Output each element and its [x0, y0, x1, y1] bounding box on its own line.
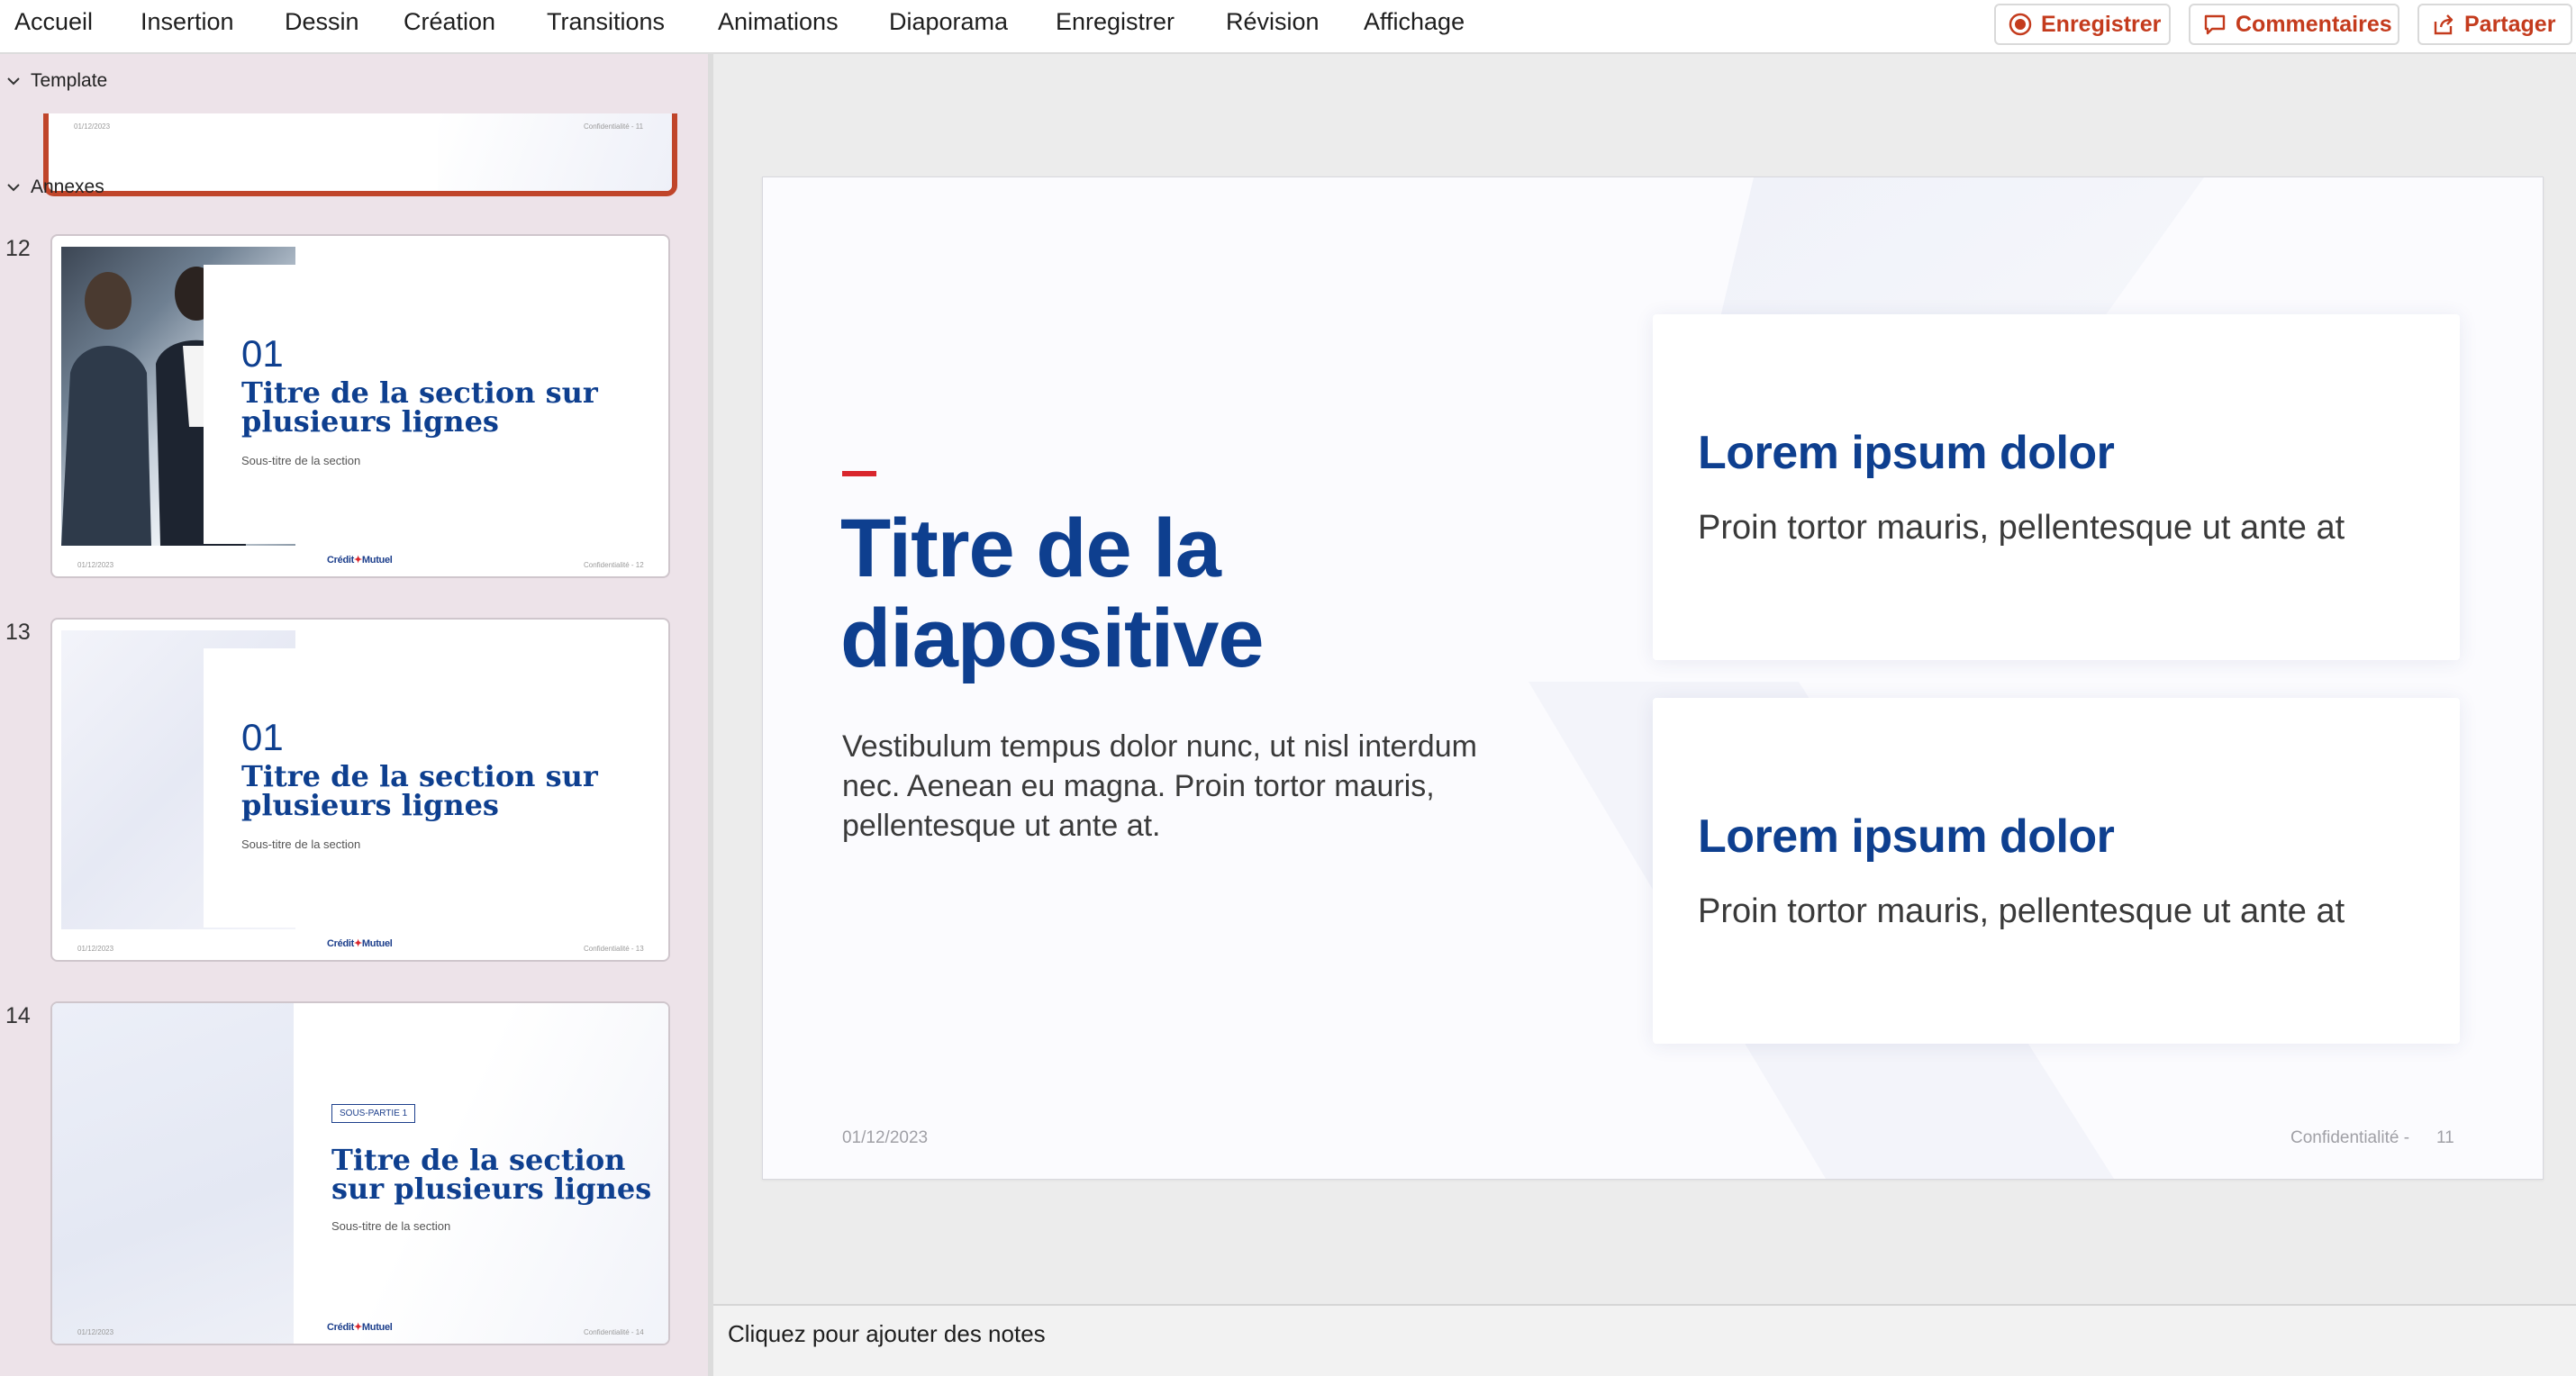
- slide-number: 13: [5, 620, 31, 645]
- notes-placeholder[interactable]: Cliquez pour ajouter des notes: [728, 1320, 1046, 1348]
- thumbnail-slide-13[interactable]: 01 Titre de la section sur plusieurs lig…: [50, 618, 670, 962]
- slide-footer-page-number: 11: [2436, 1128, 2454, 1147]
- title-accent-bar: [842, 471, 876, 476]
- section-subtitle: Sous-titre de la section: [241, 454, 361, 467]
- thumbnail-date: 01/12/2023: [77, 561, 114, 569]
- record-icon: [2009, 13, 2032, 36]
- credit-mutuel-logo: Crédit✦Mutuel: [327, 938, 393, 949]
- record-button[interactable]: Enregistrer: [1994, 4, 2171, 45]
- thumbnail-date: 01/12/2023: [74, 122, 111, 131]
- section-title: Titre de la section sur plusieurs lignes: [241, 762, 620, 819]
- tab-creation[interactable]: Création: [404, 8, 495, 36]
- content-card-2[interactable]: Lorem ipsum dolor Proin tortor mauris, p…: [1653, 698, 2460, 1044]
- section-title-line: Titre de la section: [331, 1143, 626, 1177]
- slide-body-line: nec. Aenean eu magna. Proin tortor mauri…: [842, 769, 1435, 803]
- comments-button[interactable]: Commentaires: [2189, 4, 2399, 45]
- subsection-tag: SOUS-PARTIE 1: [331, 1104, 416, 1123]
- section-subtitle: Sous-titre de la section: [331, 1219, 451, 1233]
- chevron-down-icon: [7, 184, 20, 192]
- slide-title-line: diapositive: [840, 593, 1265, 684]
- thumbnail-date: 01/12/2023: [77, 945, 114, 953]
- section-number: 01: [241, 332, 284, 375]
- logo-text: Crédit: [327, 938, 354, 949]
- slide-footer-date: 01/12/2023: [842, 1128, 929, 1147]
- credit-mutuel-logo: Crédit✦Mutuel: [327, 1322, 393, 1333]
- card-title: Lorem ipsum dolor: [1698, 427, 2115, 479]
- section-name: Template: [31, 70, 108, 91]
- chevron-down-icon: [7, 77, 20, 86]
- slide-body-line: pellentesque ut ante at.: [842, 809, 1161, 843]
- section-title: Titre de la section sur plusieurs lignes: [331, 1143, 668, 1206]
- section-title-line: Titre de la section sur: [241, 759, 598, 793]
- tab-revision[interactable]: Révision: [1226, 8, 1320, 36]
- section-title-line: plusieurs lignes: [241, 404, 499, 439]
- section-title-line: sur plusieurs lignes: [331, 1172, 652, 1206]
- share-button-label: Partager: [2464, 11, 2556, 37]
- comments-button-label: Commentaires: [2236, 11, 2392, 37]
- thumbnail-confidentiality: Confidentialité - 14: [584, 1328, 644, 1336]
- ribbon-tab-bar: Accueil Insertion Dessin Création Transi…: [0, 0, 2576, 54]
- card-body: Proin tortor mauris, pellentesque ut ant…: [1698, 509, 2345, 547]
- section-name: Annexes: [31, 177, 104, 197]
- slide-number: 12: [5, 236, 31, 261]
- thumbnail-confidentiality: Confidentialité - 13: [584, 945, 644, 953]
- logo-text: Mutuel: [361, 938, 393, 949]
- thumbnail-confidentiality: Confidentialité - 12: [584, 561, 644, 569]
- section-header-template[interactable]: Template: [5, 70, 107, 92]
- tab-transitions[interactable]: Transitions: [547, 8, 665, 36]
- card-title: Lorem ipsum dolor: [1698, 810, 2115, 863]
- tab-diaporama[interactable]: Diaporama: [889, 8, 1008, 36]
- tab-affichage[interactable]: Affichage: [1364, 8, 1465, 36]
- thumbnail-slide-11-selected[interactable]: 01/12/2023 Confidentialité - 11: [43, 113, 677, 196]
- slide-footer-confidentiality: Confidentialité -: [2290, 1128, 2410, 1147]
- share-icon: [2434, 14, 2454, 35]
- section-number: 01: [241, 716, 284, 758]
- slide-body-text[interactable]: Vestibulum tempus dolor nunc, ut nisl in…: [842, 727, 1477, 846]
- logo-text: Crédit: [327, 555, 354, 566]
- share-button[interactable]: Partager: [2417, 4, 2572, 45]
- slide-number: 14: [5, 1003, 31, 1028]
- notes-pane[interactable]: Cliquez pour ajouter des notes: [713, 1304, 2576, 1376]
- section-title-line: Titre de la section sur: [241, 376, 598, 410]
- slide-body-line: Vestibulum tempus dolor nunc, ut nisl in…: [842, 729, 1477, 764]
- card-body: Proin tortor mauris, pellentesque ut ant…: [1698, 892, 2345, 930]
- content-card-1[interactable]: Lorem ipsum dolor Proin tortor mauris, p…: [1653, 314, 2460, 660]
- section-title-line: plusieurs lignes: [241, 788, 499, 822]
- tab-dessin[interactable]: Dessin: [285, 8, 359, 36]
- thumbnail-slide-14[interactable]: SOUS-PARTIE 1 Titre de la section sur pl…: [50, 1001, 670, 1345]
- thumbnail-confidentiality: Confidentialité - 11: [584, 122, 644, 131]
- section-title: Titre de la section sur plusieurs lignes: [241, 378, 620, 436]
- slide-canvas[interactable]: Titre de la diapositive Vestibulum tempu…: [762, 177, 2544, 1180]
- section-background-shape: [52, 1003, 294, 1344]
- tab-accueil[interactable]: Accueil: [14, 8, 93, 36]
- tab-animations[interactable]: Animations: [718, 8, 839, 36]
- tab-enregistrer[interactable]: Enregistrer: [1056, 8, 1175, 36]
- comment-icon: [2204, 14, 2226, 35]
- thumbnail-date: 01/12/2023: [77, 1328, 114, 1336]
- thumbnail-slide-12[interactable]: 01 Titre de la section sur plusieurs lig…: [50, 234, 670, 578]
- section-subtitle: Sous-titre de la section: [241, 837, 361, 851]
- credit-mutuel-logo: Crédit✦Mutuel: [327, 555, 393, 566]
- slide-title-line: Titre de la: [840, 502, 1221, 594]
- logo-text: Mutuel: [361, 555, 393, 566]
- record-button-label: Enregistrer: [2041, 11, 2162, 37]
- logo-text: Crédit: [327, 1322, 354, 1333]
- slide-thumbnail-pane[interactable]: Template 01/12/2023 Confidentialité - 11…: [0, 54, 708, 1376]
- slide-title[interactable]: Titre de la diapositive: [840, 502, 1265, 684]
- tab-insertion[interactable]: Insertion: [141, 8, 234, 36]
- logo-text: Mutuel: [361, 1322, 393, 1333]
- section-header-annexes[interactable]: Annexes: [5, 177, 104, 198]
